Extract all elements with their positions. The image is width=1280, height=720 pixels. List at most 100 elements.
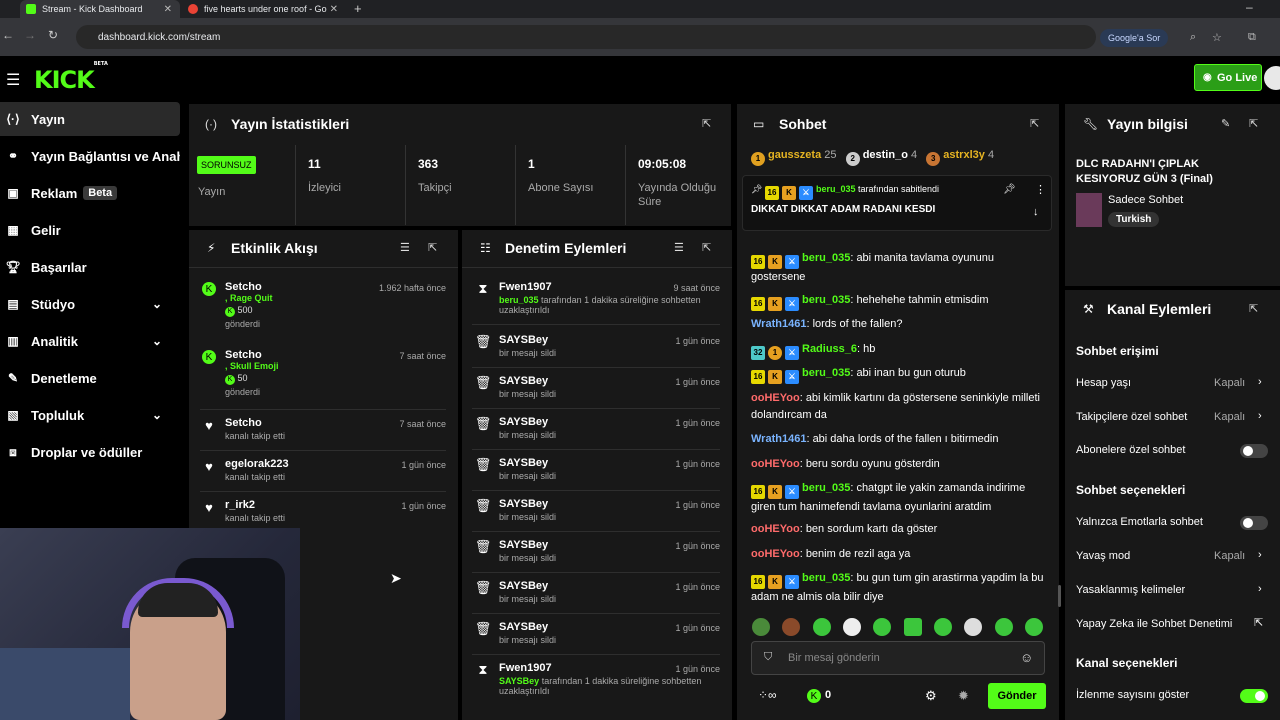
chevron-right-icon[interactable]: › — [1258, 549, 1262, 561]
filter-icon[interactable]: ☰ — [674, 241, 684, 254]
filter-icon[interactable]: ☰ — [400, 241, 410, 254]
list-item[interactable]: ♥ egelorak223 1 gün önce kanalı takip et… — [205, 458, 446, 482]
account-age-value[interactable]: Kapalı — [1214, 377, 1245, 389]
emote-icon[interactable] — [1025, 618, 1043, 636]
list-item[interactable]: 🗑︎ SAYSBey 1 gün önce bir mesajı sildi — [475, 580, 720, 604]
sidebar-item-achievements[interactable]: 🏆︎ Başarılar — [0, 250, 180, 284]
zoom-icon[interactable]: ⌕ — [1190, 31, 1196, 44]
menu-icon[interactable]: ☰ — [6, 70, 20, 90]
chevron-right-icon[interactable]: › — [1258, 583, 1262, 595]
sidebar-item-moderation[interactable]: ✎ Denetleme — [0, 361, 180, 395]
list-item[interactable]: 🗑︎ SAYSBey 1 gün önce bir mesajı sildi — [475, 498, 720, 522]
heart-icon: ♥ — [205, 458, 213, 474]
more-options-icon[interactable]: ⋮ — [1035, 183, 1046, 196]
pinned-message[interactable]: 📌︎ 16 K ⚔︎ beru_035 tarafından sabitlendi 📌… — [742, 175, 1052, 231]
chat-options-heading: Sohbet seçenekleri — [1076, 483, 1186, 497]
ask-google-button[interactable]: Google'a Sor — [1100, 29, 1169, 47]
edit-icon[interactable]: ✎ — [1221, 117, 1230, 130]
browser-tab-google[interactable]: five hearts under one roof - Go ✕ — [182, 0, 346, 18]
expand-down-icon[interactable]: ↓ — [1033, 206, 1039, 218]
chevron-right-icon[interactable]: › — [1258, 410, 1262, 422]
emote-icon[interactable] — [843, 618, 861, 636]
close-tab-icon[interactable]: ✕ — [164, 4, 172, 15]
status-badge: SORUNSUZ — [197, 156, 256, 174]
account-age-label[interactable]: Hesap yaşı — [1076, 377, 1131, 389]
forward-icon[interactable]: → — [24, 28, 36, 42]
popout-icon[interactable]: ⇱ — [1249, 302, 1258, 315]
ai-moderation-label[interactable]: Yapay Zeka ile Sohbet Denetimi — [1076, 618, 1232, 630]
emote-icon[interactable] — [752, 618, 770, 636]
extensions-icon[interactable]: ⧉ — [1248, 31, 1256, 44]
list-item[interactable]: 🗑︎ SAYSBey 1 gün önce bir mesajı sildi — [475, 334, 720, 358]
gear-icon[interactable]: ⚙ — [925, 688, 937, 704]
reload-icon[interactable]: ↻ — [48, 28, 58, 42]
emote-only-toggle[interactable] — [1240, 516, 1268, 530]
chevron-right-icon[interactable]: › — [1258, 376, 1262, 388]
chat-message: ooHEYoo: ben sordum kartı da göster — [751, 523, 938, 535]
go-live-button[interactable]: ◉ Go Live — [1194, 64, 1262, 91]
browser-tab-kick[interactable]: Stream - Kick Dashboard ✕ — [20, 0, 180, 18]
close-tab-icon[interactable]: ✕ — [330, 4, 338, 15]
banned-words-label[interactable]: Yasaklanmış kelimeler — [1076, 584, 1185, 596]
list-item[interactable]: ⧗ Fwen1907 1 gün önce SAYSBey tarafından… — [478, 662, 720, 696]
popout-icon[interactable]: ⇱ — [702, 241, 711, 254]
chat-leaderboard: 1 gausszeta 25 2 destin_o 4 3 astrxl3y 4 — [751, 149, 994, 166]
back-icon[interactable]: ← — [2, 28, 14, 42]
stat-uptime: 09:05:08 Yayında Olduğu Süre — [625, 145, 731, 225]
trash-icon: 🗑︎ — [474, 334, 492, 349]
popout-icon[interactable]: ⇱ — [428, 241, 437, 254]
list-item[interactable]: 🗑︎ SAYSBey 1 gün önce bir mesajı sildi — [475, 416, 720, 440]
send-button[interactable]: Gönder — [988, 683, 1046, 709]
followers-only-label[interactable]: Takipçilere özel sohbet — [1076, 411, 1187, 423]
list-item[interactable]: ♥ Setcho 7 saat önce kanalı takip etti — [205, 417, 446, 441]
list-item[interactable]: ⧗ Fwen1907 9 saat önce beru_035 tarafınd… — [478, 281, 720, 315]
sidebar-item-ads[interactable]: ▣ Reklam Beta — [0, 176, 180, 210]
emote-icon[interactable] — [934, 618, 952, 636]
kick-logo[interactable]: KICKBETA — [34, 61, 108, 94]
chat-scrollbar[interactable] — [1058, 585, 1061, 607]
chat-message-input[interactable]: ⛉ Bir mesaj gönderin ☺ — [751, 641, 1045, 675]
hair — [138, 583, 218, 617]
slow-mode-label[interactable]: Yavaş mod — [1076, 550, 1130, 562]
sidebar-item-drops[interactable]: ⧈ Droplar ve ödüller — [0, 435, 180, 469]
chevron-down-icon: ⌄ — [152, 408, 163, 422]
list-item[interactable]: 🗑︎ SAYSBey 1 gün önce bir mesajı sildi — [475, 457, 720, 481]
emoji-icon[interactable]: ☺ — [1020, 650, 1033, 665]
list-item[interactable]: 🗑︎ SAYSBey 1 gün önce bir mesajı sildi — [475, 621, 720, 645]
emote-icon[interactable] — [995, 618, 1013, 636]
minimize-icon[interactable]: – — [1246, 0, 1253, 14]
sidebar-item-studio[interactable]: ▤ Stüdyo ⌄ — [0, 287, 180, 321]
list-item[interactable]: K Setcho 7 saat önce , Skull Emoji K 50 … — [202, 349, 446, 397]
sidebar-item-stream-key[interactable]: ⚭Yayın Bağlantısı ve Anahtar — [0, 139, 180, 173]
list-item[interactable]: 🗑︎ SAYSBey 1 gün önce bir mesajı sildi — [475, 539, 720, 563]
external-link-icon[interactable]: ⇱ — [1254, 616, 1263, 629]
emote-icon[interactable] — [964, 618, 982, 636]
emote-icon[interactable] — [782, 618, 800, 636]
moderator-badge-icon: K — [768, 297, 782, 311]
emote-icon[interactable] — [873, 618, 891, 636]
followers-only-value[interactable]: Kapalı — [1214, 411, 1245, 423]
list-item[interactable]: K Setcho 1.962 hafta önce , Rage Quit K … — [202, 281, 446, 329]
url-input[interactable]: dashboard.kick.com/stream — [76, 25, 1096, 49]
subs-only-toggle[interactable] — [1240, 444, 1268, 458]
popout-icon[interactable]: ⇱ — [1249, 117, 1258, 130]
bookmark-star-icon[interactable]: ☆ — [1212, 31, 1222, 44]
sidebar-item-community[interactable]: ▧ Topluluk ⌄ — [0, 398, 180, 432]
trash-icon: 🗑︎ — [474, 621, 492, 636]
popout-icon[interactable]: ⇱ — [702, 117, 711, 130]
list-item[interactable]: 🗑︎ SAYSBey 1 gün önce bir mesajı sildi — [475, 375, 720, 399]
new-tab-icon[interactable]: + — [354, 1, 362, 16]
unpin-icon[interactable]: 📌︎ — [1003, 184, 1016, 195]
emote-icon[interactable] — [813, 618, 831, 636]
settings-alt-icon[interactable]: ✹ — [958, 688, 969, 704]
ad-icon: ▣ — [7, 186, 19, 200]
show-viewers-toggle[interactable] — [1240, 689, 1268, 703]
sidebar-item-revenue[interactable]: ▦ Gelir — [0, 213, 180, 247]
sidebar-item-analytics[interactable]: ▥ Analitik ⌄ — [0, 324, 180, 358]
list-item[interactable]: ♥ r_irk2 1 gün önce kanalı takip etti — [205, 499, 446, 523]
emote-icon[interactable] — [904, 618, 922, 636]
popout-icon[interactable]: ⇱ — [1030, 117, 1039, 130]
sidebar-item-yayin[interactable]: ⟨·⟩ Yayın — [0, 102, 180, 136]
slow-mode-value[interactable]: Kapalı — [1214, 550, 1245, 562]
infinity-icon[interactable]: ⁘∞ — [758, 688, 777, 702]
